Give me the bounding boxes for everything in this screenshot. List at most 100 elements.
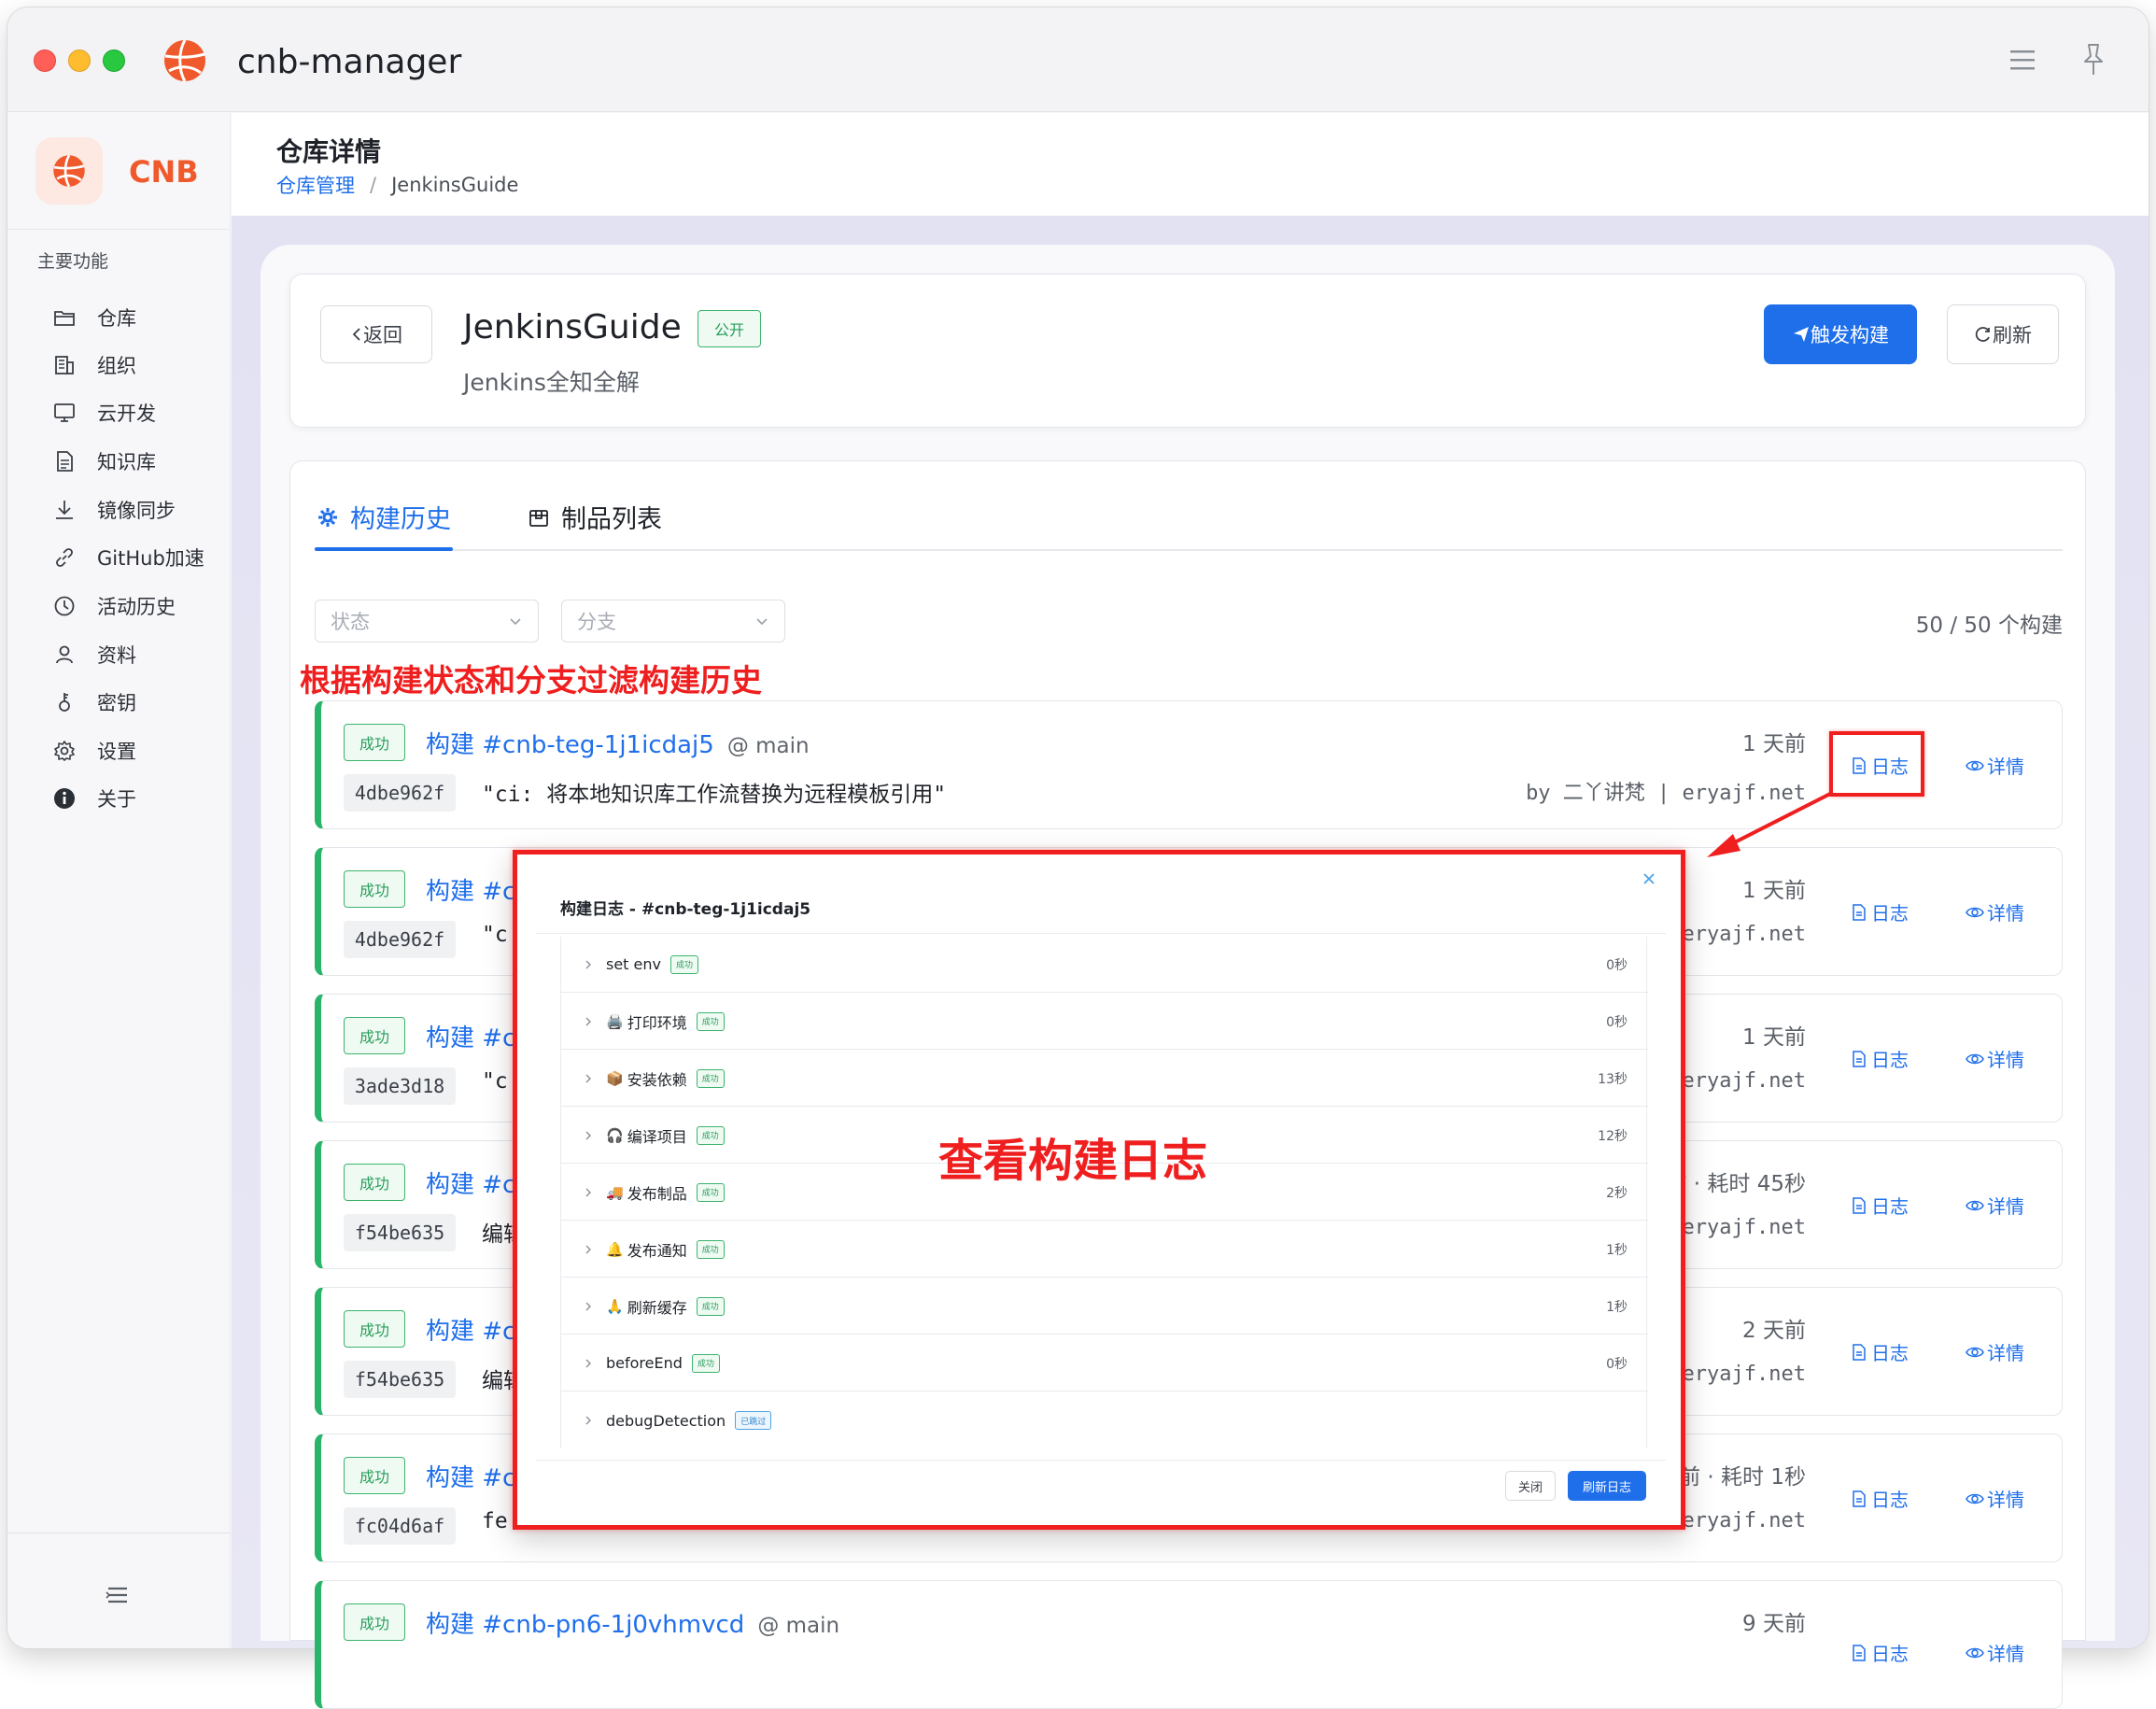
visibility-badge: 公开	[698, 310, 761, 347]
view-log-button[interactable]: 日志	[1850, 1485, 1909, 1512]
build-row[interactable]: 成功 构建 #cnb-pn6-1j0vhmvcd @ main 9 天前 日志 详…	[315, 1580, 2063, 1709]
back-label: 返回	[363, 324, 402, 346]
commit-hash: f54be635	[344, 1361, 456, 1398]
sidebar-item-settings[interactable]: 设置	[52, 732, 136, 770]
view-log-button[interactable]: 日志	[1850, 1338, 1909, 1365]
repo-name: JenkinsGuide	[463, 308, 682, 346]
log-step-row[interactable]: 🖨️ 打印环境 成功 0秒	[561, 994, 1648, 1050]
sidebar-item-about[interactable]: 关于	[52, 780, 136, 817]
sidebar-item-repos[interactable]: 仓库	[52, 299, 136, 336]
build-time: 1 天前	[1742, 732, 1806, 756]
filter-annotation: 根据构建状态和分支过滤构建历史	[300, 662, 762, 699]
trigger-build-label: 触发构建	[1811, 324, 1889, 346]
sidebar-item-orgs[interactable]: 组织	[52, 346, 136, 384]
document-icon	[1853, 1196, 1866, 1214]
view-detail-button[interactable]: 详情	[1966, 1639, 2024, 1666]
close-window-button[interactable]	[34, 49, 56, 72]
eye-icon	[1966, 1347, 1984, 1357]
close-button[interactable]: 关闭	[1505, 1471, 1556, 1501]
view-log-button[interactable]: 日志	[1850, 1045, 1909, 1072]
tab-artifacts[interactable]: 制品列表	[528, 499, 662, 535]
refresh-log-button[interactable]: 刷新日志	[1568, 1471, 1646, 1501]
sidebar-item-secrets[interactable]: 密钥	[52, 684, 136, 721]
build-author: eryajf.net	[1682, 1216, 1806, 1239]
sidebar: CNB 主要功能 仓库 组织 云开发 知识库 镜像同步 GitHub加速 活动历…	[7, 113, 231, 1648]
sidebar-item-label: 密钥	[97, 692, 136, 714]
view-detail-button[interactable]: 详情	[1966, 752, 2024, 779]
step-duration: 1秒	[1606, 1242, 1628, 1258]
build-author: by 二丫讲梵 | eryajf.net	[1526, 782, 1806, 805]
maximize-window-button[interactable]	[103, 49, 125, 72]
trigger-build-button[interactable]: 触发构建	[1764, 304, 1917, 364]
back-button[interactable]: 返回	[320, 305, 432, 363]
build-title-link[interactable]: 构建 #c	[426, 1312, 515, 1347]
log-step-row[interactable]: debugDetection 已跳过	[561, 1392, 1648, 1448]
page-header: 仓库详情 仓库管理 / JenkinsGuide	[232, 113, 2149, 216]
minimize-window-button[interactable]	[68, 49, 91, 72]
view-log-button[interactable]: 日志	[1850, 1639, 1909, 1666]
status-badge: 成功	[344, 1164, 405, 1201]
repo-header-card: 返回 JenkinsGuide 公开 Jenkins全知全解 触发构建 刷新	[289, 274, 2086, 428]
menu-icon[interactable]	[2008, 47, 2036, 73]
chevron-down-icon	[510, 618, 521, 626]
log-step-row[interactable]: 🙏 刷新缓存 成功 1秒	[561, 1278, 1648, 1335]
sidebar-item-mirror-sync[interactable]: 镜像同步	[52, 491, 176, 529]
build-title-link[interactable]: 构建 #c	[426, 1165, 515, 1200]
log-step-row[interactable]: 📦 安装依赖 成功 13秒	[561, 1051, 1648, 1107]
pin-icon[interactable]	[2079, 41, 2107, 78]
build-row[interactable]: 成功 构建 #cnb-teg-1j1icdaj5 @ main 4dbe962f …	[315, 700, 2063, 829]
sidebar-item-cloud-dev[interactable]: 云开发	[52, 394, 156, 431]
sidebar-item-activity[interactable]: 活动历史	[52, 587, 176, 625]
collapse-sidebar-icon[interactable]	[105, 1584, 131, 1606]
step-duration: 0秒	[1606, 1356, 1628, 1372]
eye-icon	[1966, 1493, 1984, 1504]
monitor-icon	[54, 403, 75, 422]
step-name: 编译项目	[627, 1127, 687, 1146]
commit-hash: 3ade3d18	[344, 1067, 456, 1105]
sidebar-item-knowledge[interactable]: 知识库	[52, 443, 156, 480]
eye-icon	[1966, 1200, 1984, 1210]
view-log-button[interactable]: 日志	[1850, 898, 1909, 925]
refresh-button[interactable]: 刷新	[1947, 304, 2059, 364]
gear-icon	[54, 741, 75, 761]
status-badge: 成功	[344, 870, 405, 908]
brand[interactable]: CNB	[35, 137, 213, 205]
build-title-link[interactable]: 构建 #cnb-pn6-1j0vhmvcd @ main	[426, 1605, 839, 1640]
refresh-label: 刷新	[1993, 324, 2032, 346]
folder-icon	[54, 311, 75, 326]
commit-hash: 4dbe962f	[344, 774, 456, 812]
build-title-link[interactable]: 构建 #c	[426, 1459, 515, 1493]
key-icon	[59, 693, 70, 712]
status-badge: 成功	[344, 1310, 405, 1348]
divider	[536, 1460, 1666, 1461]
branch-filter[interactable]: 分支	[561, 600, 785, 643]
view-log-button[interactable]: 日志	[1850, 1192, 1909, 1219]
document-icon	[1853, 1490, 1866, 1507]
view-detail-button[interactable]: 详情	[1966, 1045, 2024, 1072]
tab-active-indicator	[315, 547, 453, 551]
view-detail-button[interactable]: 详情	[1966, 898, 2024, 925]
build-time: 1 天前	[1742, 1025, 1806, 1050]
build-title-link[interactable]: 构建 #c	[426, 1019, 515, 1053]
close-icon[interactable]	[1640, 869, 1658, 888]
chevron-right-icon	[585, 1188, 591, 1196]
log-step-row[interactable]: beforeEnd 成功 0秒	[561, 1335, 1648, 1391]
status-filter[interactable]: 状态	[315, 600, 539, 643]
sidebar-item-label: 镜像同步	[97, 500, 176, 522]
chevron-right-icon	[585, 1131, 591, 1139]
sidebar-item-profile[interactable]: 资料	[52, 636, 136, 673]
tab-build-history[interactable]: 构建历史	[317, 499, 451, 535]
breadcrumb-link-repos[interactable]: 仓库管理	[276, 171, 355, 199]
sidebar-item-github-accel[interactable]: GitHub加速	[52, 539, 204, 576]
page-title: 仓库详情	[276, 136, 382, 167]
log-step-row[interactable]: set env 成功 0秒	[561, 937, 1648, 993]
build-title-link[interactable]: 构建 #cnb-teg-1j1icdaj5 @ main	[426, 726, 810, 760]
log-step-row[interactable]: 🔔 发布通知 成功 1秒	[561, 1222, 1648, 1278]
view-detail-button[interactable]: 详情	[1966, 1192, 2024, 1219]
step-status-badge: 成功	[691, 1353, 720, 1373]
download-icon	[56, 501, 73, 519]
view-detail-button[interactable]: 详情	[1966, 1485, 2024, 1512]
view-detail-button[interactable]: 详情	[1966, 1338, 2024, 1365]
build-author: eryajf.net	[1682, 1069, 1806, 1093]
build-title-link[interactable]: 构建 #c	[426, 872, 515, 907]
